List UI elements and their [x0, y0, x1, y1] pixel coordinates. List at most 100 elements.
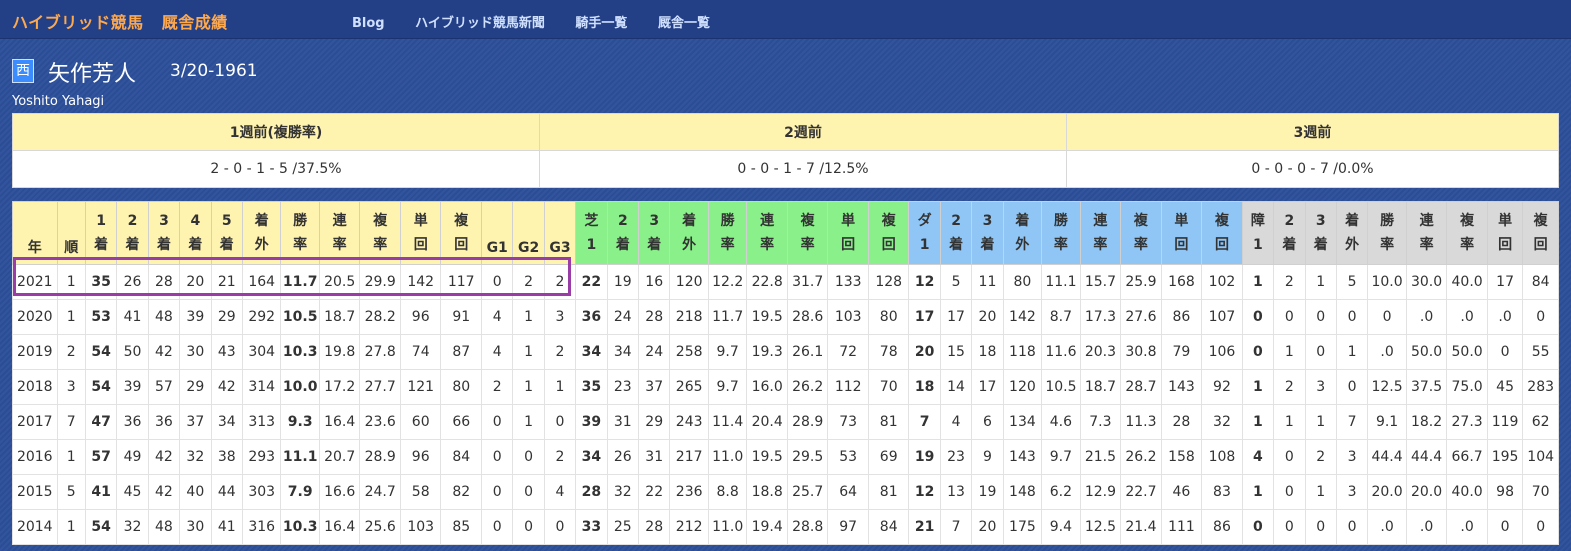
column-header: 勝率 — [280, 201, 320, 265]
stat-cell: 2 — [1304, 439, 1337, 475]
stat-cell: 14 — [939, 369, 973, 405]
stat-cell: 12.5 — [1367, 369, 1407, 405]
stat-cell: 111 — [1160, 509, 1203, 545]
stat-cell: 1 — [1273, 334, 1306, 370]
column-header-text: 着 — [1282, 237, 1297, 253]
stat-cell: 28 — [638, 299, 671, 335]
nav-blog-link[interactable]: Blog — [352, 16, 385, 31]
column-header: 4着 — [179, 201, 212, 265]
stat-cell: 15 — [939, 334, 973, 370]
nav-newspaper-link[interactable]: ハイブリッド競馬新聞 — [415, 16, 545, 31]
stat-cell: 26 — [606, 439, 640, 475]
stat-cell: 13 — [939, 474, 973, 510]
stat-cell: 134 — [1002, 404, 1043, 440]
stat-cell: 0 — [1273, 509, 1306, 545]
column-header: 連率 — [746, 201, 788, 265]
column-header-text: 着 — [94, 237, 109, 253]
stat-cell: 26.1 — [786, 334, 829, 370]
stat-cell: 50.0 — [1405, 334, 1448, 370]
stat-cell: .0 — [1486, 299, 1524, 335]
table-row: 2014 1 54 32 48 30 41 316 10.3 16.4 25.6 103 85 0 0 0 33… — [12, 509, 1559, 545]
stat-cell: 0 — [1241, 509, 1275, 545]
nav-stable-list-link[interactable]: 厩舎一覧 — [658, 16, 710, 31]
column-header-text: 着 — [125, 237, 140, 253]
column-header: ダ1 — [908, 201, 941, 265]
stat-cell: 9.7 — [707, 369, 748, 405]
stat-cell: 84 — [1522, 264, 1559, 300]
stat-cell: 54 — [84, 509, 118, 545]
stat-cell: 29 — [179, 369, 212, 405]
stat-cell: 103 — [827, 299, 869, 335]
column-header-text: 着 — [980, 237, 995, 253]
column-header: 単回 — [399, 201, 442, 265]
stat-cell: 16.4 — [318, 404, 361, 440]
stat-cell: 12.9 — [1079, 474, 1122, 510]
nav-jockey-list-link[interactable]: 騎手一覧 — [575, 16, 627, 31]
stat-cell: 31 — [638, 439, 671, 475]
stat-cell: 54 — [84, 369, 118, 405]
stat-cell: 50.0 — [1446, 334, 1488, 370]
stat-cell: 66 — [440, 404, 482, 440]
stat-cell: 24 — [638, 334, 671, 370]
stat-cell: 1 — [1304, 474, 1337, 510]
column-header-text: 単 — [1498, 213, 1513, 229]
stat-cell: 30.8 — [1120, 334, 1162, 370]
column-header: G3 — [543, 201, 577, 265]
stat-cell: 120 — [669, 264, 709, 300]
stat-cell: 35 — [575, 369, 608, 405]
column-header: 連率 — [1079, 201, 1122, 265]
stat-cell: 12.2 — [707, 264, 748, 300]
stat-cell: 16.4 — [318, 509, 361, 545]
recent-weeks-table: 1週前(複勝率) 2週前 3週前 2 - 0 - 1 - 5 /37.5% 0 … — [12, 113, 1560, 188]
table-row: 2017 7 47 36 36 37 34 313 9.3 16.4 23.6 60 66 0 1 0 39 31… — [12, 404, 1559, 440]
stat-cell: 0 — [1335, 369, 1369, 405]
column-header: 着外 — [669, 201, 709, 265]
column-header-text: 回 — [1214, 237, 1229, 253]
stat-cell: 0 — [1486, 509, 1524, 545]
column-header-text: 率 — [1460, 237, 1475, 253]
stat-cell: 11.0 — [707, 509, 748, 545]
column-header-text: 連 — [332, 213, 347, 229]
column-header-text: 率 — [1419, 237, 1434, 253]
brand-title[interactable]: ハイブリッド競馬 — [12, 13, 144, 32]
trainer-birthdate: 3/20-1961 — [170, 61, 258, 81]
stat-cell: 66.7 — [1446, 439, 1488, 475]
column-header: 複率 — [1446, 201, 1488, 265]
stat-cell: 19 — [908, 439, 941, 475]
stat-cell: 236 — [669, 474, 709, 510]
column-header-text: 4 — [190, 213, 201, 229]
stat-cell: 4 — [1241, 439, 1275, 475]
stat-cell: 1 — [1241, 404, 1275, 440]
column-header-text: 複 — [800, 213, 815, 229]
stat-cell: 98 — [1486, 474, 1524, 510]
stat-cell: 44.4 — [1367, 439, 1407, 475]
stat-cell: 1 — [1304, 264, 1337, 300]
brand-subtitle[interactable]: 厩舎成績 — [162, 13, 228, 32]
column-header-text: 回 — [1498, 237, 1513, 253]
brand[interactable]: ハイブリッド競馬 厩舎成績 — [12, 9, 228, 33]
column-header-text: 3 — [159, 213, 169, 229]
stat-cell: 11.6 — [1041, 334, 1081, 370]
stat-cell: 34 — [606, 334, 640, 370]
stat-cell: 1 — [1335, 334, 1369, 370]
stat-cell: 2 — [1273, 369, 1306, 405]
stat-cell: 86 — [1201, 509, 1243, 545]
stat-cell: 39 — [179, 299, 212, 335]
stat-cell: 0 — [1241, 334, 1275, 370]
table-row: 2020 1 53 41 48 39 29 292 10.5 18.7 28.2 96 91 4 1 3 36 2… — [12, 299, 1559, 335]
stat-cell: 27.6 — [1120, 299, 1162, 335]
column-header-text: 外 — [682, 237, 697, 253]
column-header: 単回 — [1160, 201, 1203, 265]
stat-cell: 17 — [971, 369, 1004, 405]
stat-cell: 37.5 — [1405, 369, 1448, 405]
column-header-text: 率 — [1093, 237, 1108, 253]
trainer-name: 矢作芳人 — [48, 62, 137, 87]
column-header-text: 回 — [881, 237, 896, 253]
stat-cell: 1 — [1241, 474, 1275, 510]
stat-cell: 5 — [939, 264, 973, 300]
stat-cell: 16.0 — [746, 369, 788, 405]
stat-cell: 26.2 — [786, 369, 829, 405]
stat-cell: 4 — [543, 474, 577, 510]
stat-cell: 1 — [1273, 404, 1306, 440]
column-header-text: 勝 — [1380, 213, 1395, 229]
